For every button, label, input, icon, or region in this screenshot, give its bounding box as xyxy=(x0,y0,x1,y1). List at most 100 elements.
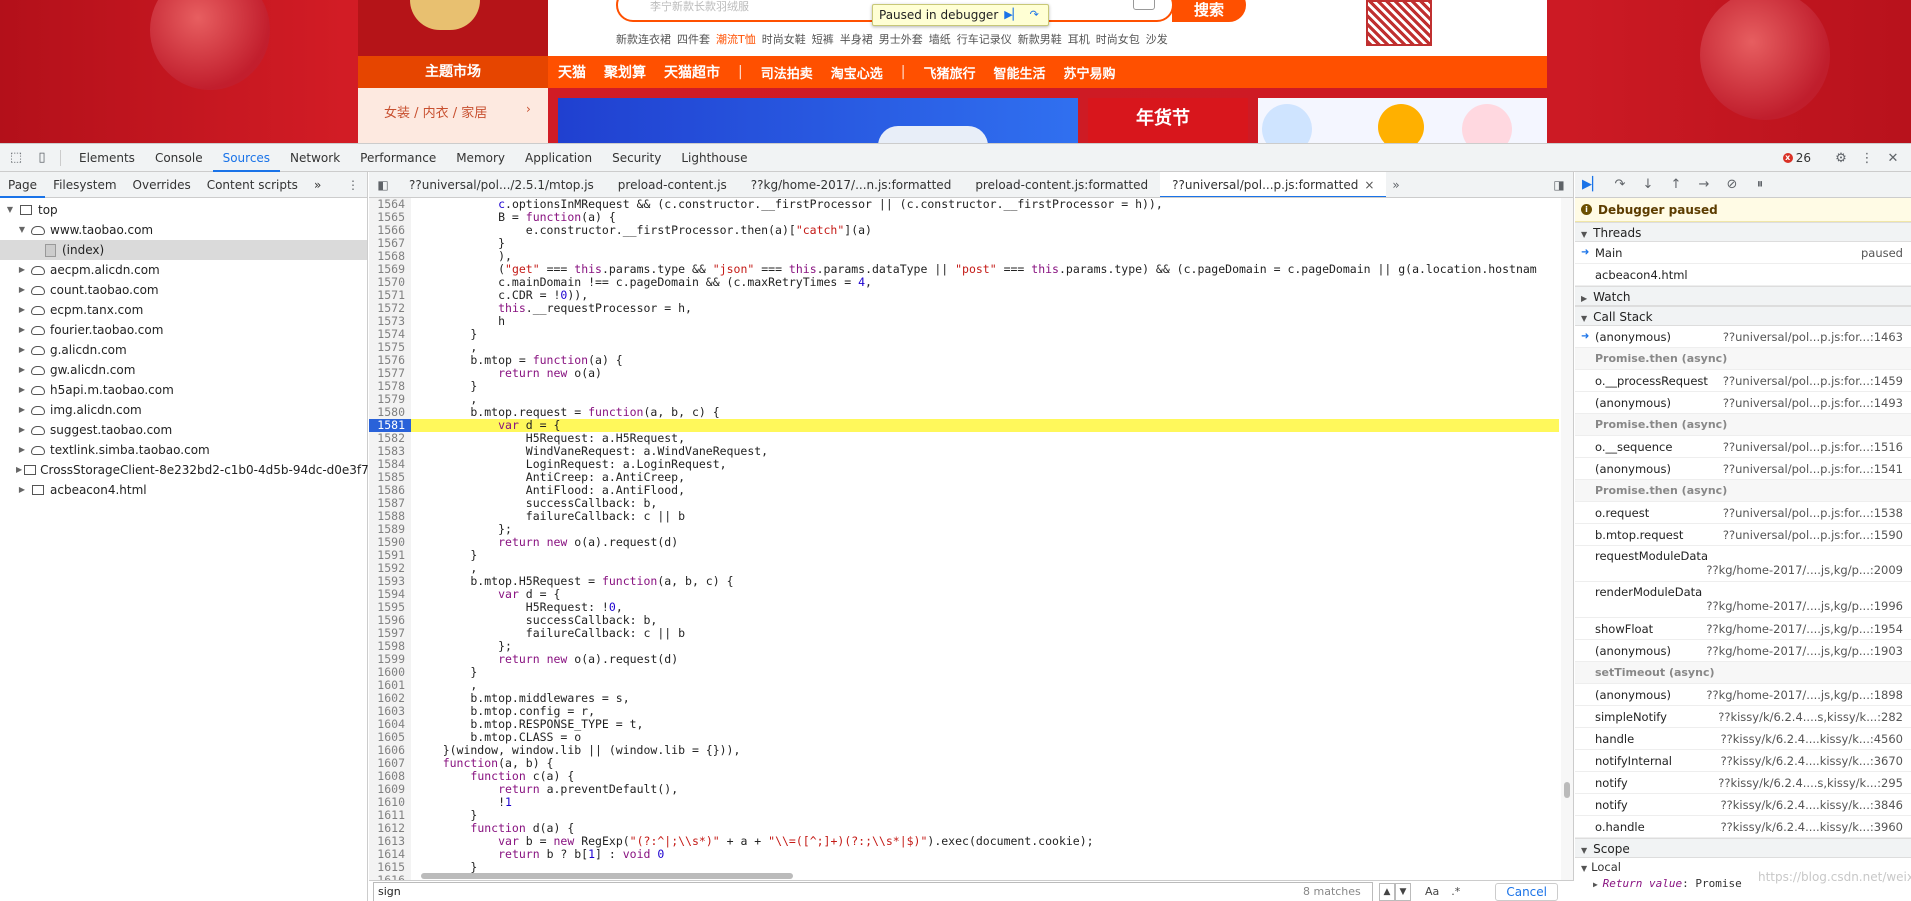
scope-section-header[interactable]: ▼ Scope xyxy=(1575,838,1911,858)
call-frame[interactable]: (anonymous) ??kg/home-2017/....js,kg/p...… xyxy=(1575,684,1911,706)
tree-item[interactable]: ▶ ecpm.tanx.com xyxy=(0,300,367,320)
watch-section-header[interactable]: ▶ Watch xyxy=(1575,286,1911,306)
horizontal-scrollbar[interactable] xyxy=(417,872,1557,880)
tab-memory[interactable]: Memory xyxy=(446,144,515,172)
tree-item[interactable]: ▶ img.alicdn.com xyxy=(0,400,367,420)
tree-item[interactable]: ▼ top xyxy=(0,200,367,220)
nav-item[interactable]: 飞猪旅行 xyxy=(923,63,975,82)
call-frame[interactable]: (anonymous) ??universal/pol...p.js:for...… xyxy=(1575,458,1911,480)
collapsed-arrow-icon[interactable]: ▶ xyxy=(16,440,28,460)
regex-button[interactable]: .* xyxy=(1451,885,1460,898)
more-tabs-icon[interactable]: » xyxy=(1386,178,1405,192)
nav-item[interactable]: 智能生活 xyxy=(993,63,1045,82)
scrollbar-thumb[interactable] xyxy=(421,873,793,879)
hot-search-word[interactable]: 时尚女包 xyxy=(1096,33,1140,46)
code-line[interactable]: 1572 this.__requestProcessor = h, xyxy=(369,302,1559,315)
call-frame[interactable]: o.__sequence ??universal/pol...p.js:for..… xyxy=(1575,436,1911,458)
call-frame-location[interactable]: ??kg/home-2017/....js,kg/p...:1898 xyxy=(1706,684,1903,705)
nav-item[interactable]: 聚划算 xyxy=(604,62,646,82)
toggle-navigator-icon[interactable]: ◧ xyxy=(369,178,397,192)
collapsed-arrow-icon[interactable]: ▶ xyxy=(16,280,28,300)
navigator-tab-overrides[interactable]: Overrides xyxy=(125,172,199,198)
call-frame-location[interactable]: ??universal/pol...p.js:for...:1493 xyxy=(1723,392,1903,413)
hot-search-word[interactable]: 沙发 xyxy=(1146,33,1168,46)
tree-item[interactable]: ▶ suggest.taobao.com xyxy=(0,420,367,440)
navigator-tab-page[interactable]: Page xyxy=(0,172,46,198)
tree-item[interactable]: ▶ fourier.taobao.com xyxy=(0,320,367,340)
call-frame-location[interactable]: ??universal/pol...p.js:for...:1538 xyxy=(1723,502,1903,523)
call-frame[interactable]: showFloat ??kg/home-2017/....js,kg/p...:1… xyxy=(1575,618,1911,640)
tab-sources[interactable]: Sources xyxy=(212,144,281,172)
nav-item[interactable]: 天猫 xyxy=(558,62,586,82)
call-frame-location[interactable]: ??kissy/k/6.2.4....kissy/k...:3846 xyxy=(1721,794,1903,815)
code-line[interactable]: 1577 return new o(a) xyxy=(369,367,1559,380)
call-frame[interactable]: simpleNotify ??kissy/k/6.2.4....s,kissy/k… xyxy=(1575,706,1911,728)
device-toolbar-icon[interactable]: ▯ xyxy=(32,148,52,168)
editor-tab[interactable]: preload-content.js xyxy=(606,172,739,197)
call-frame-location[interactable]: ??universal/pol...p.js:for...:1541 xyxy=(1723,458,1903,479)
hot-search-word[interactable]: 男士外套 xyxy=(879,33,923,46)
editor-tab[interactable]: preload-content.js:formatted xyxy=(963,172,1160,197)
collapsed-arrow-icon[interactable]: ▶ xyxy=(16,360,28,380)
error-count-badge[interactable]: x 26 xyxy=(1782,151,1811,165)
resume-icon[interactable]: ▶▏ xyxy=(1004,8,1021,22)
resume-icon[interactable]: ▶▏ xyxy=(1581,175,1603,195)
camera-icon[interactable] xyxy=(1133,0,1155,10)
tab-application[interactable]: Application xyxy=(515,144,602,172)
promo-banner-new-year[interactable]: 年货节 xyxy=(1088,98,1248,143)
call-frame[interactable]: notify ??kissy/k/6.2.4....s,kissy/k...:29… xyxy=(1575,772,1911,794)
hot-search-word[interactable]: 新款男鞋 xyxy=(1018,33,1062,46)
tab-console[interactable]: Console xyxy=(145,144,213,172)
collapsed-arrow-icon[interactable]: ▶ xyxy=(16,480,28,500)
call-frame-location[interactable]: ??kg/home-2017/....js,kg/p...:1954 xyxy=(1706,618,1903,639)
call-frame[interactable]: b.mtop.request ??universal/pol...p.js:for… xyxy=(1575,524,1911,546)
code-line[interactable]: 1573 h xyxy=(369,315,1559,328)
tree-item[interactable]: ▶ g.alicdn.com xyxy=(0,340,367,360)
search-placeholder[interactable]: 李宁新款长款羽绒服 xyxy=(650,0,749,14)
match-case-button[interactable]: Aa xyxy=(1425,885,1439,898)
nav-item[interactable]: 苏宁易购 xyxy=(1064,63,1116,82)
code-line[interactable]: 1574 } xyxy=(369,328,1559,341)
tab-elements[interactable]: Elements xyxy=(69,144,145,172)
code-line[interactable]: 1614 return b ? b[1] : void 0 xyxy=(369,848,1559,861)
collapsed-arrow-icon[interactable]: ▶ xyxy=(16,300,28,320)
hot-search-word[interactable]: 短裤 xyxy=(812,33,834,46)
collapsed-arrow-icon[interactable]: ▶ xyxy=(16,420,28,440)
collapsed-arrow-icon[interactable]: ▶ xyxy=(16,400,28,420)
tree-item[interactable]: ▼ www.taobao.com xyxy=(0,220,367,240)
collapsed-arrow-icon[interactable]: ▶ xyxy=(16,340,28,360)
step-over-icon[interactable]: ↷ xyxy=(1026,8,1042,22)
step-into-icon[interactable]: ↓ xyxy=(1637,175,1659,195)
call-frame[interactable]: notify ??kissy/k/6.2.4....kissy/k...:3846 xyxy=(1575,794,1911,816)
search-button[interactable]: 搜索 xyxy=(1172,0,1246,22)
callstack-section-header[interactable]: ▼ Call Stack xyxy=(1575,306,1911,326)
tree-item[interactable]: ▶ CrossStorageClient-8e232bd2-c1b0-4d5b-9… xyxy=(0,460,392,480)
call-frame[interactable]: o.__processRequest ??universal/pol...p.js… xyxy=(1575,370,1911,392)
previous-match-icon[interactable]: ▲ xyxy=(1379,882,1395,901)
tree-item[interactable]: ▶ textlink.simba.taobao.com xyxy=(0,440,367,460)
editor-tab[interactable]: ??universal/pol.../2.5.1/mtop.js xyxy=(397,172,606,197)
code-line[interactable]: 1600 } xyxy=(369,666,1559,679)
code-line[interactable]: 1591 } xyxy=(369,549,1559,562)
thread-item[interactable]: ➜ Main paused xyxy=(1575,242,1911,264)
code-line[interactable]: 1578 } xyxy=(369,380,1559,393)
pause-on-exceptions-icon[interactable]: ⏸ xyxy=(1749,175,1771,195)
hot-search-word[interactable]: 四件套 xyxy=(677,33,710,46)
tab-security[interactable]: Security xyxy=(602,144,671,172)
code-line[interactable]: 1609 return a.preventDefault(), xyxy=(369,783,1559,796)
more-options-icon[interactable]: ⋮ xyxy=(1857,148,1877,168)
cancel-button[interactable]: Cancel xyxy=(1495,882,1558,901)
tree-item[interactable]: (index) xyxy=(0,240,367,260)
collapsed-arrow-icon[interactable]: ▶ xyxy=(16,380,28,400)
call-frame-location[interactable]: ??kg/home-2017/....js,kg/p...:1903 xyxy=(1706,640,1903,661)
tree-item[interactable]: ▶ aecpm.alicdn.com xyxy=(0,260,367,280)
collapsed-arrow-icon[interactable]: ▶ xyxy=(16,260,28,280)
code-line[interactable]: 1590 return new o(a).request(d) xyxy=(369,536,1559,549)
call-frame-location[interactable]: ??kissy/k/6.2.4....kissy/k...:3670 xyxy=(1721,750,1903,771)
hot-search-word[interactable]: 行车记录仪 xyxy=(957,33,1012,46)
call-frame-location[interactable]: ??kg/home-2017/....js,kg/p...:2009 xyxy=(1595,563,1903,577)
more-options-icon[interactable]: ⋮ xyxy=(347,178,359,192)
tree-item[interactable]: ▶ gw.alicdn.com xyxy=(0,360,367,380)
call-frame[interactable]: renderModuleData ??kg/home-2017/....js,kg… xyxy=(1575,582,1911,618)
navigator-tab-filesystem[interactable]: Filesystem xyxy=(45,172,124,198)
